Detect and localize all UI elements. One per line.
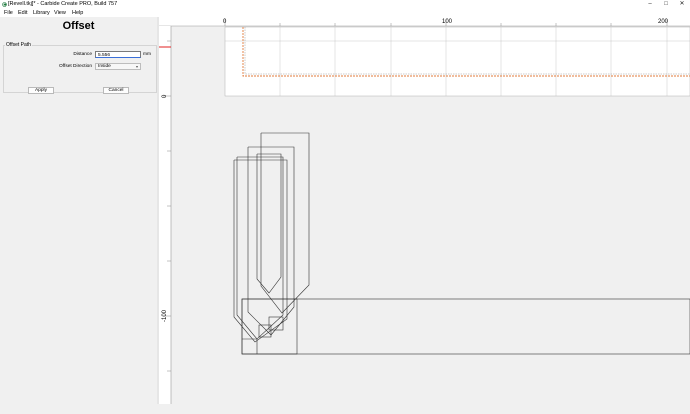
minimize-button[interactable]: –: [642, 0, 658, 9]
menu-bar: File Edit Library View Help: [0, 9, 690, 17]
canvas-svg: 0 100 200 0 -100: [159, 17, 690, 404]
distance-input[interactable]: 5.556: [95, 51, 141, 58]
title-bar: [Revell.tkj]* - Carbide Create PRO, Buil…: [0, 0, 690, 9]
distance-unit: mm: [143, 52, 151, 57]
app-icon: [2, 2, 7, 7]
offset-direction-select[interactable]: Inside ▾: [95, 63, 141, 70]
top-ruler: [159, 17, 690, 26]
status-bar: [0, 404, 690, 414]
menu-view[interactable]: View: [54, 9, 66, 17]
group-label: Offset Path: [5, 42, 32, 48]
maximize-button[interactable]: □: [658, 0, 674, 9]
menu-file[interactable]: File: [4, 9, 13, 17]
offset-direction-value: Inside: [98, 64, 111, 69]
menu-edit[interactable]: Edit: [18, 9, 27, 17]
offset-panel: Offset Offset Path Distance 5.556 mm Off…: [0, 17, 158, 404]
apply-button[interactable]: Apply: [28, 87, 54, 94]
chevron-down-icon: ▾: [135, 64, 138, 69]
left-ruler-label-minus-100: -100: [162, 309, 168, 322]
menu-help[interactable]: Help: [72, 9, 83, 17]
top-ruler-label-100: 100: [442, 19, 453, 25]
window-controls: – □ ✕: [642, 0, 690, 9]
top-ruler-label-200: 200: [658, 19, 669, 25]
distance-label: Distance: [73, 52, 92, 57]
left-ruler: [159, 26, 171, 404]
cancel-button[interactable]: Cancel: [103, 87, 129, 94]
menu-library[interactable]: Library: [33, 9, 50, 17]
panel-title: Offset: [62, 20, 95, 32]
offset-direction-label: Offset Direction: [59, 64, 92, 69]
window-title: [Revell.tkj]* - Carbide Create PRO, Buil…: [8, 1, 118, 7]
stock-area: [224, 26, 690, 97]
design-canvas[interactable]: 0 100 200 0 -100: [159, 17, 690, 404]
close-button[interactable]: ✕: [674, 0, 690, 9]
